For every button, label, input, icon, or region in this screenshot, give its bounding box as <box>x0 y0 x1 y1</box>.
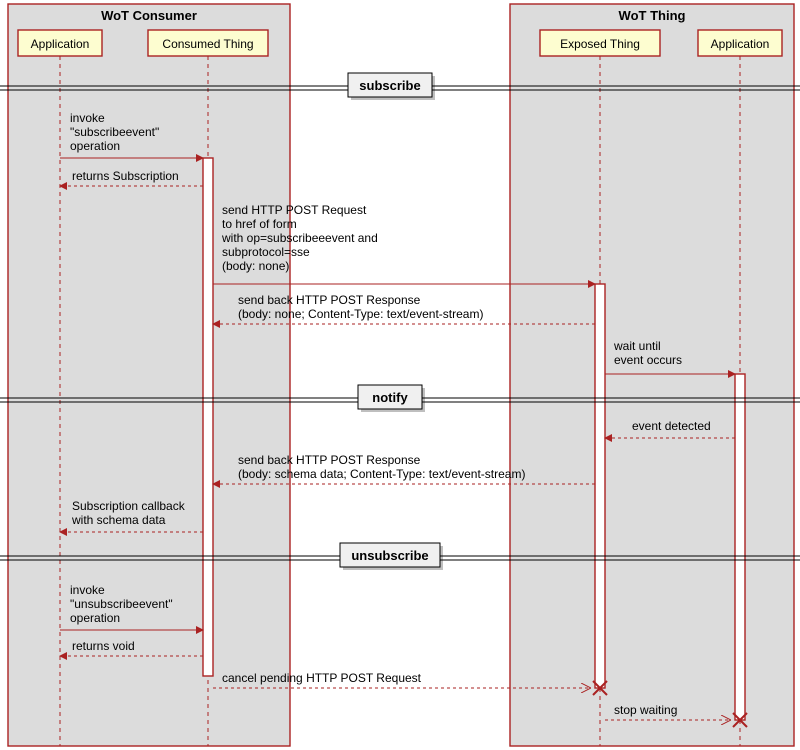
svg-text:operation: operation <box>70 139 120 153</box>
svg-text:(body: none; Content-Type: tex: (body: none; Content-Type: text/event-st… <box>238 307 483 321</box>
svg-text:operation: operation <box>70 611 120 625</box>
sequence-diagram: WoT Consumer WoT Thing Application Consu… <box>0 0 800 750</box>
svg-text:to href of form: to href of form <box>222 217 297 231</box>
consumer-title: WoT Consumer <box>101 8 197 23</box>
consumer-box <box>8 4 290 746</box>
svg-text:invoke: invoke <box>70 583 105 597</box>
svg-text:Application: Application <box>711 37 770 51</box>
svg-text:with schema data: with schema data <box>71 513 166 527</box>
svg-text:"unsubscribeevent": "unsubscribeevent" <box>70 597 173 611</box>
thing-title: WoT Thing <box>619 8 686 23</box>
activation-exposed <box>595 284 605 688</box>
svg-text:with op=subscribeeevent and: with op=subscribeeevent and <box>221 231 378 245</box>
svg-text:stop waiting: stop waiting <box>614 703 677 717</box>
thing-box <box>510 4 794 746</box>
svg-text:subscribe: subscribe <box>359 78 420 93</box>
svg-text:invoke: invoke <box>70 111 105 125</box>
svg-text:Consumed Thing: Consumed Thing <box>162 37 253 51</box>
svg-text:returns Subscription: returns Subscription <box>72 169 179 183</box>
svg-text:(body: schema data; Content-Ty: (body: schema data; Content-Type: text/e… <box>238 467 525 481</box>
svg-text:send HTTP POST Request: send HTTP POST Request <box>222 203 367 217</box>
svg-text:event occurs: event occurs <box>614 353 682 367</box>
svg-text:cancel pending HTTP POST Reque: cancel pending HTTP POST Request <box>222 671 422 685</box>
svg-text:(body: none): (body: none) <box>222 259 289 273</box>
svg-text:"subscribeevent": "subscribeevent" <box>70 125 159 139</box>
svg-text:Exposed Thing: Exposed Thing <box>560 37 640 51</box>
svg-text:Subscription callback: Subscription callback <box>72 499 186 513</box>
activation-app-t <box>735 374 745 720</box>
svg-text:notify: notify <box>372 390 408 405</box>
svg-text:unsubscribe: unsubscribe <box>351 548 428 563</box>
svg-text:subprotocol=sse: subprotocol=sse <box>222 245 310 259</box>
activation-consumed <box>203 158 213 676</box>
svg-text:returns void: returns void <box>72 639 135 653</box>
svg-text:Application: Application <box>31 37 90 51</box>
svg-text:send back HTTP POST Response: send back HTTP POST Response <box>238 293 421 307</box>
svg-text:send back HTTP POST Response: send back HTTP POST Response <box>238 453 421 467</box>
svg-text:event detected: event detected <box>632 419 711 433</box>
svg-text:wait until: wait until <box>613 339 661 353</box>
